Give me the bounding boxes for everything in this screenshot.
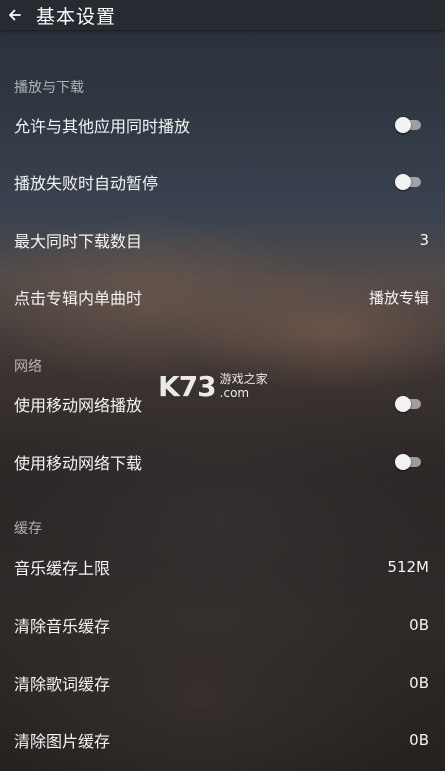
page-title: 基本设置: [36, 5, 117, 28]
section-header-cache: 缓存: [14, 521, 42, 537]
toggle-thumb: [395, 396, 411, 412]
watermark-logo: K73 游戏之家 .com: [158, 366, 298, 406]
watermark-domain: .com: [219, 386, 250, 400]
setting-clear-lyrics-cache[interactable]: 清除歌词缓存 0B: [0, 663, 445, 703]
setting-value: 3: [419, 231, 429, 249]
watermark-caption: 游戏之家: [219, 372, 268, 386]
setting-label: 清除歌词缓存: [14, 675, 111, 694]
toggle-switch[interactable]: [395, 453, 423, 471]
setting-label: 播放失败时自动暂停: [14, 174, 159, 193]
back-button[interactable]: [0, 0, 30, 30]
setting-allow-concurrent-playback[interactable]: 允许与其他应用同时播放: [0, 105, 445, 145]
setting-label: 允许与其他应用同时播放: [14, 117, 191, 136]
setting-label: 音乐缓存上限: [14, 559, 111, 578]
toggle-switch[interactable]: [395, 116, 423, 134]
setting-label: 使用移动网络播放: [14, 396, 143, 415]
setting-value: 0B: [409, 674, 429, 692]
watermark-mark: K73: [158, 369, 217, 403]
toggle-thumb: [395, 174, 411, 190]
setting-album-track-click[interactable]: 点击专辑内单曲时 播放专辑: [0, 277, 445, 317]
app-bar: 基本设置: [0, 0, 445, 30]
setting-max-downloads[interactable]: 最大同时下载数目 3: [0, 220, 445, 260]
section-header-network: 网络: [14, 359, 42, 375]
setting-label: 使用移动网络下载: [14, 454, 143, 473]
setting-label: 最大同时下载数目: [14, 232, 143, 251]
setting-value: 播放专辑: [368, 288, 429, 307]
setting-label: 点击专辑内单曲时: [14, 289, 143, 308]
setting-label: 清除音乐缓存: [14, 617, 111, 636]
setting-mobile-download[interactable]: 使用移动网络下载: [0, 442, 445, 482]
setting-clear-music-cache[interactable]: 清除音乐缓存 0B: [0, 605, 445, 645]
setting-pause-on-failure[interactable]: 播放失败时自动暂停: [0, 162, 445, 202]
setting-value: 0B: [409, 731, 429, 749]
setting-clear-image-cache[interactable]: 清除图片缓存 0B: [0, 720, 445, 760]
toggle-thumb: [395, 117, 411, 133]
setting-label: 清除图片缓存: [14, 732, 111, 751]
watermark-text-group: 游戏之家 .com: [220, 372, 268, 400]
toggle-switch[interactable]: [395, 395, 423, 413]
setting-music-cache-limit[interactable]: 音乐缓存上限 512M: [0, 547, 445, 587]
toggle-switch[interactable]: [395, 173, 423, 191]
toggle-thumb: [395, 454, 411, 470]
setting-value: 0B: [409, 616, 429, 634]
arrow-left-icon: [9, 9, 21, 21]
setting-value: 512M: [387, 558, 429, 576]
section-header-playback: 播放与下载: [14, 80, 84, 96]
